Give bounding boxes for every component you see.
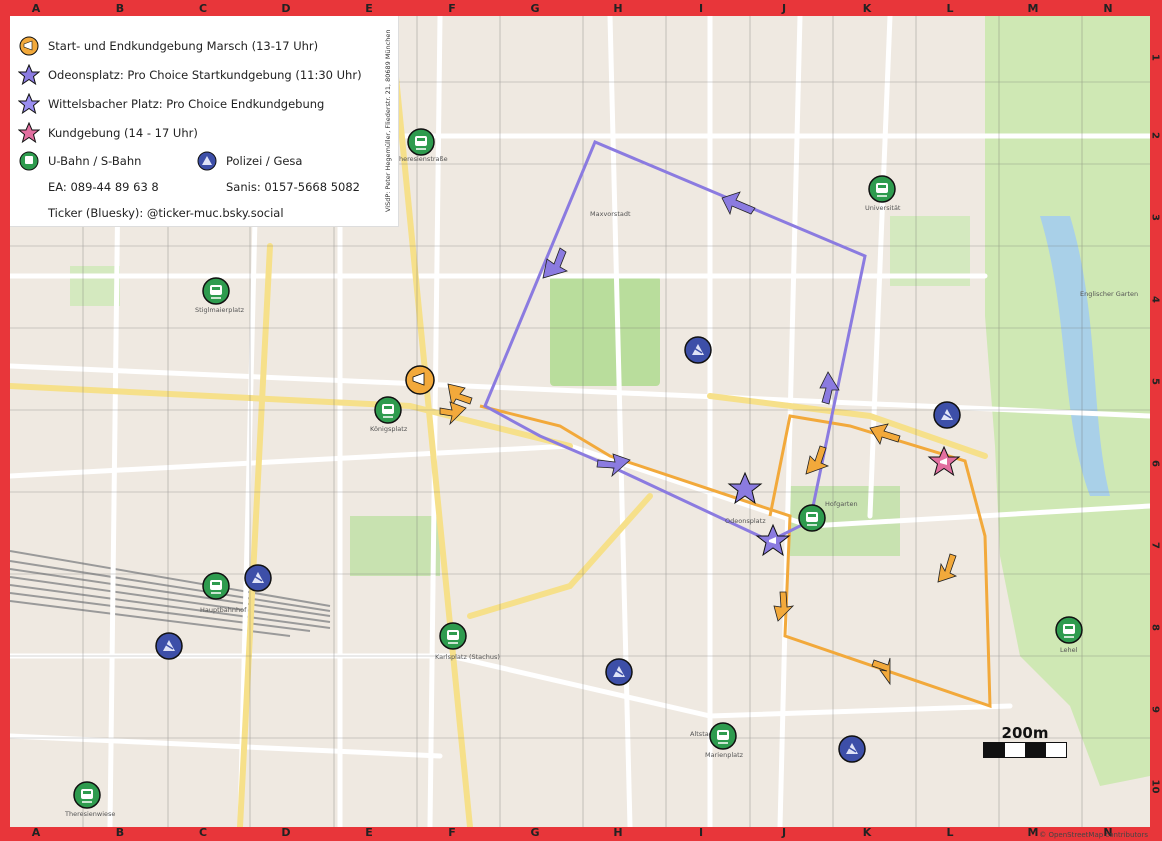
scale-label: 200m [1001, 724, 1049, 742]
legend-item-wittelsbacher: Wittelsbacher Platz: Pro Choice Endkundg… [18, 93, 324, 115]
purple-star-rally-icon [18, 64, 40, 86]
police-location-icon[interactable] [244, 564, 272, 592]
wittelsbacher-platz-star-icon[interactable] [727, 471, 763, 505]
pink-star-rally-icon [18, 122, 40, 144]
police-location-icon[interactable] [933, 401, 961, 429]
legend-item-odeonsplatz: Odeonsplatz: Pro Choice Startkundgebung … [18, 64, 362, 86]
ea-phone-number: EA: 089-44 89 63 8 [48, 180, 159, 194]
legend-label: Odeonsplatz: Pro Choice Startkundgebung … [48, 68, 362, 82]
transit-station-icon[interactable] [202, 572, 230, 600]
legend-item-kundgebung: Kundgebung (14 - 17 Uhr) [18, 122, 198, 144]
transit-station-icon[interactable] [407, 128, 435, 156]
scale-bar-graphic [983, 742, 1067, 758]
police-icon [197, 151, 217, 171]
legend-label: U-Bahn / S-Bahn [48, 154, 142, 168]
purple-star-icon [18, 93, 40, 115]
transit-station-icon[interactable] [798, 504, 826, 532]
imprint-text: ViSdP: Peter Hegemüller, Fliederstr. 21,… [384, 29, 392, 213]
scale-bar: 200m [983, 724, 1067, 758]
transit-station-icon[interactable] [868, 175, 896, 203]
ticker-handle: Ticker (Bluesky): @ticker-muc.bsky.socia… [48, 206, 284, 220]
police-location-icon[interactable] [838, 735, 866, 763]
legend-label: Start- und Endkundgebung Marsch (13-17 U… [48, 39, 319, 53]
march-start-end-rally-icon[interactable] [405, 365, 435, 395]
transit-station-icon[interactable] [73, 781, 101, 809]
orange-rally-icon [19, 36, 39, 56]
train-icon [19, 151, 39, 171]
police-location-icon[interactable] [684, 336, 712, 364]
legend-label: Kundgebung (14 - 17 Uhr) [48, 126, 198, 140]
legend-item-transit: U-Bahn / S-Bahn [18, 150, 141, 172]
legend-label: Polizei / Gesa [226, 154, 303, 168]
transit-station-icon[interactable] [1055, 616, 1083, 644]
sanis-phone-number: Sanis: 0157-5668 5082 [226, 180, 360, 194]
transit-station-icon[interactable] [202, 277, 230, 305]
transit-station-icon[interactable] [374, 396, 402, 424]
legend-item-police: Polizei / Gesa [196, 150, 302, 172]
legend-item-march-rally: Start- und Endkundgebung Marsch (13-17 U… [18, 35, 318, 57]
osm-copyright: © OpenStreetMap contributors [1039, 831, 1148, 839]
legend-label: Wittelsbacher Platz: Pro Choice Endkundg… [48, 97, 325, 111]
transit-station-icon[interactable] [439, 622, 467, 650]
police-location-icon[interactable] [605, 658, 633, 686]
transit-station-icon[interactable] [709, 722, 737, 750]
kundgebung-star-icon[interactable] [927, 445, 961, 477]
map-legend: Start- und Endkundgebung Marsch (13-17 U… [10, 16, 399, 227]
police-location-icon[interactable] [155, 632, 183, 660]
odeonsplatz-start-rally-icon[interactable] [755, 523, 791, 557]
